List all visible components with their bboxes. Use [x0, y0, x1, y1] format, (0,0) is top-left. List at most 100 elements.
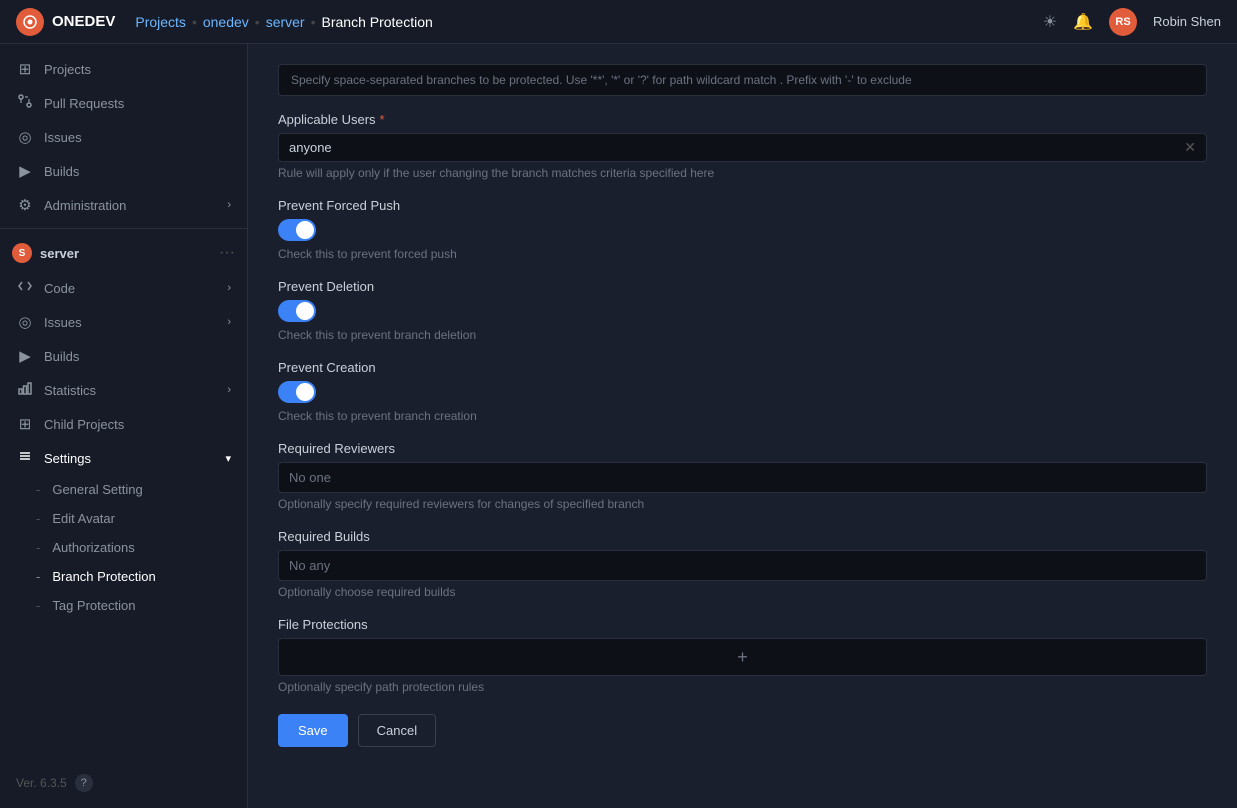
toggle-knob-2 [296, 302, 314, 320]
sidebar: ⊞ Projects Pull Requests ◎ Issues ▶ Buil… [0, 44, 248, 808]
sidebar-label-child-projects: Child Projects [44, 417, 124, 432]
breadcrumb-current: Branch Protection [322, 14, 433, 30]
prevent-creation-hint: Check this to prevent branch creation [278, 409, 1207, 423]
prevent-forced-push-hint: Check this to prevent forced push [278, 247, 1207, 261]
settings-chevron: ▾ [225, 452, 231, 465]
required-builds-section: Required Builds No any Optionally choose… [278, 529, 1207, 599]
breadcrumb-onedev[interactable]: onedev [203, 14, 249, 30]
sidebar-sub-general-setting[interactable]: - General Setting [0, 475, 247, 504]
required-builds-field[interactable]: No any [278, 550, 1207, 581]
prevent-deletion-hint: Check this to prevent branch deletion [278, 328, 1207, 342]
sidebar-label-statistics: Statistics [44, 383, 96, 398]
prevent-deletion-label: Prevent Deletion [278, 279, 1207, 294]
branches-hint: Specify space-separated branches to be p… [278, 64, 1207, 96]
issues-icon: ◎ [16, 128, 34, 146]
projects-icon: ⊞ [16, 60, 34, 78]
sidebar-sub-label-tag: Tag Protection [52, 598, 135, 613]
toggle-knob-3 [296, 383, 314, 401]
branches-hint-text: Specify space-separated branches to be p… [291, 73, 670, 87]
sidebar-item-administration[interactable]: ⚙ Administration › [0, 188, 247, 222]
main-content: Specify space-separated branches to be p… [248, 44, 1237, 808]
dash-branch: - [36, 569, 40, 584]
sidebar-item-builds[interactable]: ▶ Builds [0, 154, 247, 188]
applicable-users-input[interactable]: anyone ✕ [278, 133, 1207, 162]
child-projects-icon: ⊞ [16, 415, 34, 433]
avatar: RS [1109, 8, 1137, 36]
dash-general: - [36, 482, 40, 497]
required-builds-hint: Optionally choose required builds [278, 585, 1207, 599]
sidebar-item-settings[interactable]: Settings ▾ [0, 441, 247, 475]
bell-icon[interactable]: 🔔 [1073, 12, 1093, 32]
prevent-forced-push-section: Prevent Forced Push Check this to preven… [278, 198, 1207, 261]
app-logo[interactable]: ONEDEV [16, 8, 115, 36]
breadcrumb-sep-3: • [311, 14, 316, 30]
sidebar-label-pullrequests: Pull Requests [44, 96, 124, 111]
code-chevron: › [227, 282, 231, 294]
version-row: Ver. 6.3.5 ? [0, 766, 247, 800]
sidebar-item-code[interactable]: Code › [0, 271, 247, 305]
toggle-knob-1 [296, 221, 314, 239]
dash-avatar: - [36, 511, 40, 526]
file-protections-hint: Optionally specify path protection rules [278, 680, 1207, 694]
path-wildcard-link[interactable]: path wildcard match [670, 73, 777, 87]
applicable-users-clear[interactable]: ✕ [1184, 139, 1196, 156]
prevent-creation-section: Prevent Creation Check this to prevent b… [278, 360, 1207, 423]
required-builds-label: Required Builds [278, 529, 1207, 544]
administration-icon: ⚙ [16, 196, 34, 214]
help-icon[interactable]: ? [75, 774, 93, 792]
sidebar-item-builds-proj[interactable]: ▶ Builds [0, 339, 247, 373]
add-file-protection-btn[interactable]: + [729, 643, 756, 672]
breadcrumb-sep-2: • [255, 14, 260, 30]
builds-icon: ▶ [16, 162, 34, 180]
project-menu-dots[interactable]: ··· [219, 244, 235, 262]
version-label: Ver. 6.3.5 [16, 776, 67, 790]
sidebar-item-issues-proj[interactable]: ◎ Issues › [0, 305, 247, 339]
project-dot: S [12, 243, 32, 263]
sidebar-sub-label-auth: Authorizations [52, 540, 134, 555]
builds-proj-icon: ▶ [16, 347, 34, 365]
file-protections-section: File Protections + Optionally specify pa… [278, 617, 1207, 694]
code-icon [16, 279, 34, 297]
save-button[interactable]: Save [278, 714, 348, 747]
sidebar-label-settings: Settings [44, 451, 91, 466]
sidebar-sub-branch-protection[interactable]: - Branch Protection [0, 562, 247, 591]
dash-tag: - [36, 598, 40, 613]
statistics-icon [16, 381, 34, 399]
user-name[interactable]: Robin Shen [1153, 14, 1221, 29]
sidebar-label-builds: Builds [44, 164, 79, 179]
issues-proj-icon: ◎ [16, 313, 34, 331]
sidebar-sub-tag-protection[interactable]: - Tag Protection [0, 591, 247, 620]
sidebar-label-code: Code [44, 281, 75, 296]
sidebar-project-row[interactable]: S server ··· [0, 235, 247, 271]
breadcrumb-server[interactable]: server [266, 14, 305, 30]
sidebar-sub-label-avatar: Edit Avatar [52, 511, 115, 526]
action-buttons: Save Cancel [278, 714, 1207, 747]
prevent-deletion-toggle[interactable] [278, 300, 316, 322]
required-reviewers-label: Required Reviewers [278, 441, 1207, 456]
sidebar-divider-1 [0, 228, 247, 229]
sidebar-item-issues[interactable]: ◎ Issues [0, 120, 247, 154]
sidebar-sub-edit-avatar[interactable]: - Edit Avatar [0, 504, 247, 533]
sidebar-label-issues-proj: Issues [44, 315, 82, 330]
applicable-users-label: Applicable Users * [278, 112, 1207, 127]
branches-hint-suffix: . Prefix with '-' to exclude [780, 73, 912, 87]
sidebar-sub-authorizations[interactable]: - Authorizations [0, 533, 247, 562]
sidebar-item-projects[interactable]: ⊞ Projects [0, 52, 247, 86]
applicable-users-hint: Rule will apply only if the user changin… [278, 166, 1207, 180]
sidebar-sub-label-branch: Branch Protection [52, 569, 155, 584]
breadcrumb-projects[interactable]: Projects [135, 14, 186, 30]
theme-icon[interactable]: ☀ [1043, 12, 1057, 32]
required-reviewers-field[interactable]: No one [278, 462, 1207, 493]
sidebar-item-child-projects[interactable]: ⊞ Child Projects [0, 407, 247, 441]
issues-proj-chevron: › [227, 316, 231, 328]
prevent-forced-push-toggle[interactable] [278, 219, 316, 241]
sidebar-item-statistics[interactable]: Statistics › [0, 373, 247, 407]
prevent-creation-toggle[interactable] [278, 381, 316, 403]
cancel-button[interactable]: Cancel [358, 714, 436, 747]
administration-chevron: › [227, 199, 231, 211]
sidebar-label-builds-proj: Builds [44, 349, 79, 364]
breadcrumb: Projects • onedev • server • Branch Prot… [135, 14, 432, 30]
applicable-users-input-wrap: anyone ✕ [278, 133, 1207, 162]
logo-icon [16, 8, 44, 36]
sidebar-item-pull-requests[interactable]: Pull Requests [0, 86, 247, 120]
